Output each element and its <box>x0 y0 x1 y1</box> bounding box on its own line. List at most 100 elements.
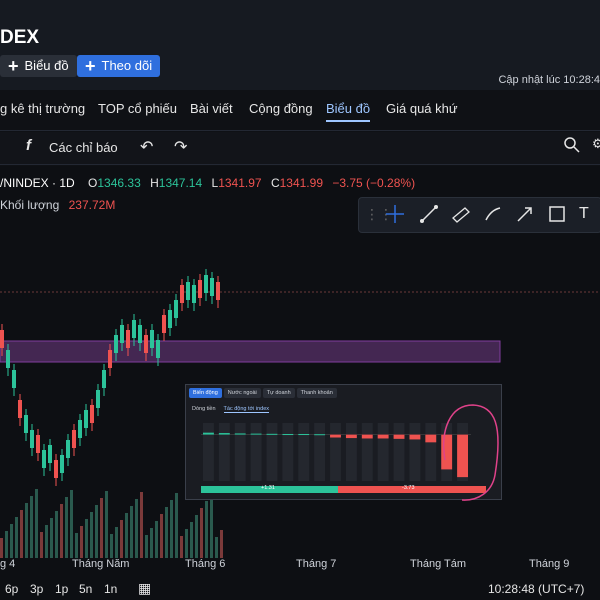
volume-bar <box>215 537 218 558</box>
x-tick: Tháng 7 <box>296 558 337 570</box>
text-icon[interactable]: T <box>579 205 599 225</box>
low-value: 1341.97 <box>218 176 262 190</box>
volume-value: 237.72M <box>68 198 116 212</box>
volume-bar <box>10 524 13 558</box>
chart-button[interactable]: + Biểu đồ <box>0 55 77 77</box>
volume-bar <box>110 534 113 558</box>
inset-bar-bg <box>425 423 437 481</box>
candle-body <box>204 275 208 293</box>
indicator-icon[interactable]: f <box>26 137 31 154</box>
inset-bar-bg <box>298 423 310 481</box>
candle-body <box>90 405 94 423</box>
candle-body <box>96 390 100 408</box>
inset-bar <box>425 434 437 443</box>
volume-bar <box>5 531 8 558</box>
tab-community[interactable]: Cộng đồng <box>249 101 313 116</box>
volume-bar <box>210 494 213 558</box>
open-label: O <box>88 176 98 190</box>
volume-bar <box>40 532 43 558</box>
inset-bar-bg <box>361 423 373 481</box>
volume-bar <box>80 526 83 558</box>
channel-icon[interactable] <box>451 204 471 224</box>
candle-body <box>144 335 148 353</box>
crosshair-icon[interactable] <box>385 204 405 224</box>
range-6p[interactable]: 6p <box>5 582 18 596</box>
search-icon[interactable] <box>563 136 581 157</box>
range-5n[interactable]: 5n <box>79 582 92 596</box>
inset-bar-bg <box>393 423 405 481</box>
inset-bar-bg <box>409 423 421 481</box>
inset-bar <box>234 433 246 435</box>
price-legend: /NINDEX · 1D O1346.33 H1347.14 L1341.97 … <box>0 176 415 190</box>
volume-bar <box>125 513 128 558</box>
negative-impact-bar: -3.73 <box>338 485 486 493</box>
candle-body <box>174 300 178 318</box>
inset-panel: Biến động Nước ngoài Tự doanh Thanh khoả… <box>185 384 502 500</box>
redo-icon[interactable]: ↷ <box>174 137 187 157</box>
inset-bar <box>250 433 262 435</box>
candle-body <box>198 280 202 298</box>
inset-bar <box>345 434 357 439</box>
inset-bar-bg <box>234 423 246 481</box>
volume-bar <box>45 525 48 558</box>
brush-icon[interactable] <box>483 204 503 224</box>
volume-bar <box>150 528 153 558</box>
candle-body <box>210 278 214 296</box>
volume-bar <box>85 519 88 558</box>
volume-bar <box>15 517 18 558</box>
range-1p[interactable]: 1p <box>55 582 68 596</box>
inset-bar <box>266 433 278 435</box>
calendar-icon[interactable]: ▦ <box>138 580 151 597</box>
volume-bar <box>160 514 163 558</box>
undo-icon[interactable]: ↶ <box>140 137 153 157</box>
plus-icon: + <box>85 56 96 76</box>
high-label: H <box>150 176 159 190</box>
volume-bar <box>75 533 78 558</box>
follow-button[interactable]: + Theo dõi <box>77 55 161 77</box>
inset-bar-bg <box>282 423 294 481</box>
bottom-bar: 6p 3p 1p 5n 1n ▦ 10:28:48 (UTC+7) <box>0 580 600 600</box>
arrow-icon[interactable] <box>515 204 535 224</box>
inset-bar <box>457 434 468 478</box>
x-tick: Tháng 9 <box>529 558 570 570</box>
settings-icon[interactable]: ⚙ <box>592 136 600 152</box>
rectangle-icon[interactable] <box>547 204 567 224</box>
tab-chart[interactable]: Biểu đồ <box>326 101 371 122</box>
candle-body <box>6 350 10 368</box>
drag-handle-icon[interactable]: ⋮⋮ <box>365 206 393 226</box>
volume-bar <box>185 529 188 558</box>
candle-body <box>0 330 4 348</box>
main-tabs: g kê thị trường TOP cổ phiếu Bài viết Cộ… <box>0 90 600 131</box>
indicators-button[interactable]: Các chỉ báo <box>49 140 118 155</box>
tab-history-price[interactable]: Giá quá khứ <box>386 101 458 116</box>
inset-bar-bg <box>377 423 389 481</box>
volume-bar <box>135 499 138 558</box>
tab-top-stocks[interactable]: TOP cổ phiếu <box>98 101 177 116</box>
inset-bar <box>203 432 214 435</box>
volume-bar <box>130 506 133 558</box>
volume-bar <box>65 497 68 558</box>
tab-market-stats[interactable]: g kê thị trường <box>0 101 85 116</box>
candle-body <box>180 285 184 303</box>
candle-body <box>168 310 172 328</box>
trendline-icon[interactable] <box>419 204 439 224</box>
volume-bar <box>100 498 103 558</box>
volume-bar <box>175 493 178 558</box>
chart-toolbar: f Các chỉ báo ↶ ↷ ⚙ <box>0 132 600 165</box>
inset-bar-bg <box>218 423 230 481</box>
volume-bar <box>165 507 168 558</box>
x-tick: g 4 <box>0 558 16 570</box>
follow-button-label: Theo dõi <box>101 58 153 73</box>
close-label: C <box>270 176 280 190</box>
inset-bar <box>282 434 294 436</box>
volume-bar <box>120 520 123 558</box>
high-value: 1347.14 <box>158 176 203 190</box>
volume-bar <box>90 512 93 558</box>
candle-body <box>114 335 118 353</box>
volume-bar <box>220 530 223 558</box>
range-3p[interactable]: 3p <box>30 582 43 596</box>
drawing-toolbar: ⋮⋮ T <box>358 197 600 233</box>
range-1n[interactable]: 1n <box>104 582 117 596</box>
tab-articles[interactable]: Bài viết <box>190 101 233 116</box>
volume-bar <box>25 503 28 558</box>
